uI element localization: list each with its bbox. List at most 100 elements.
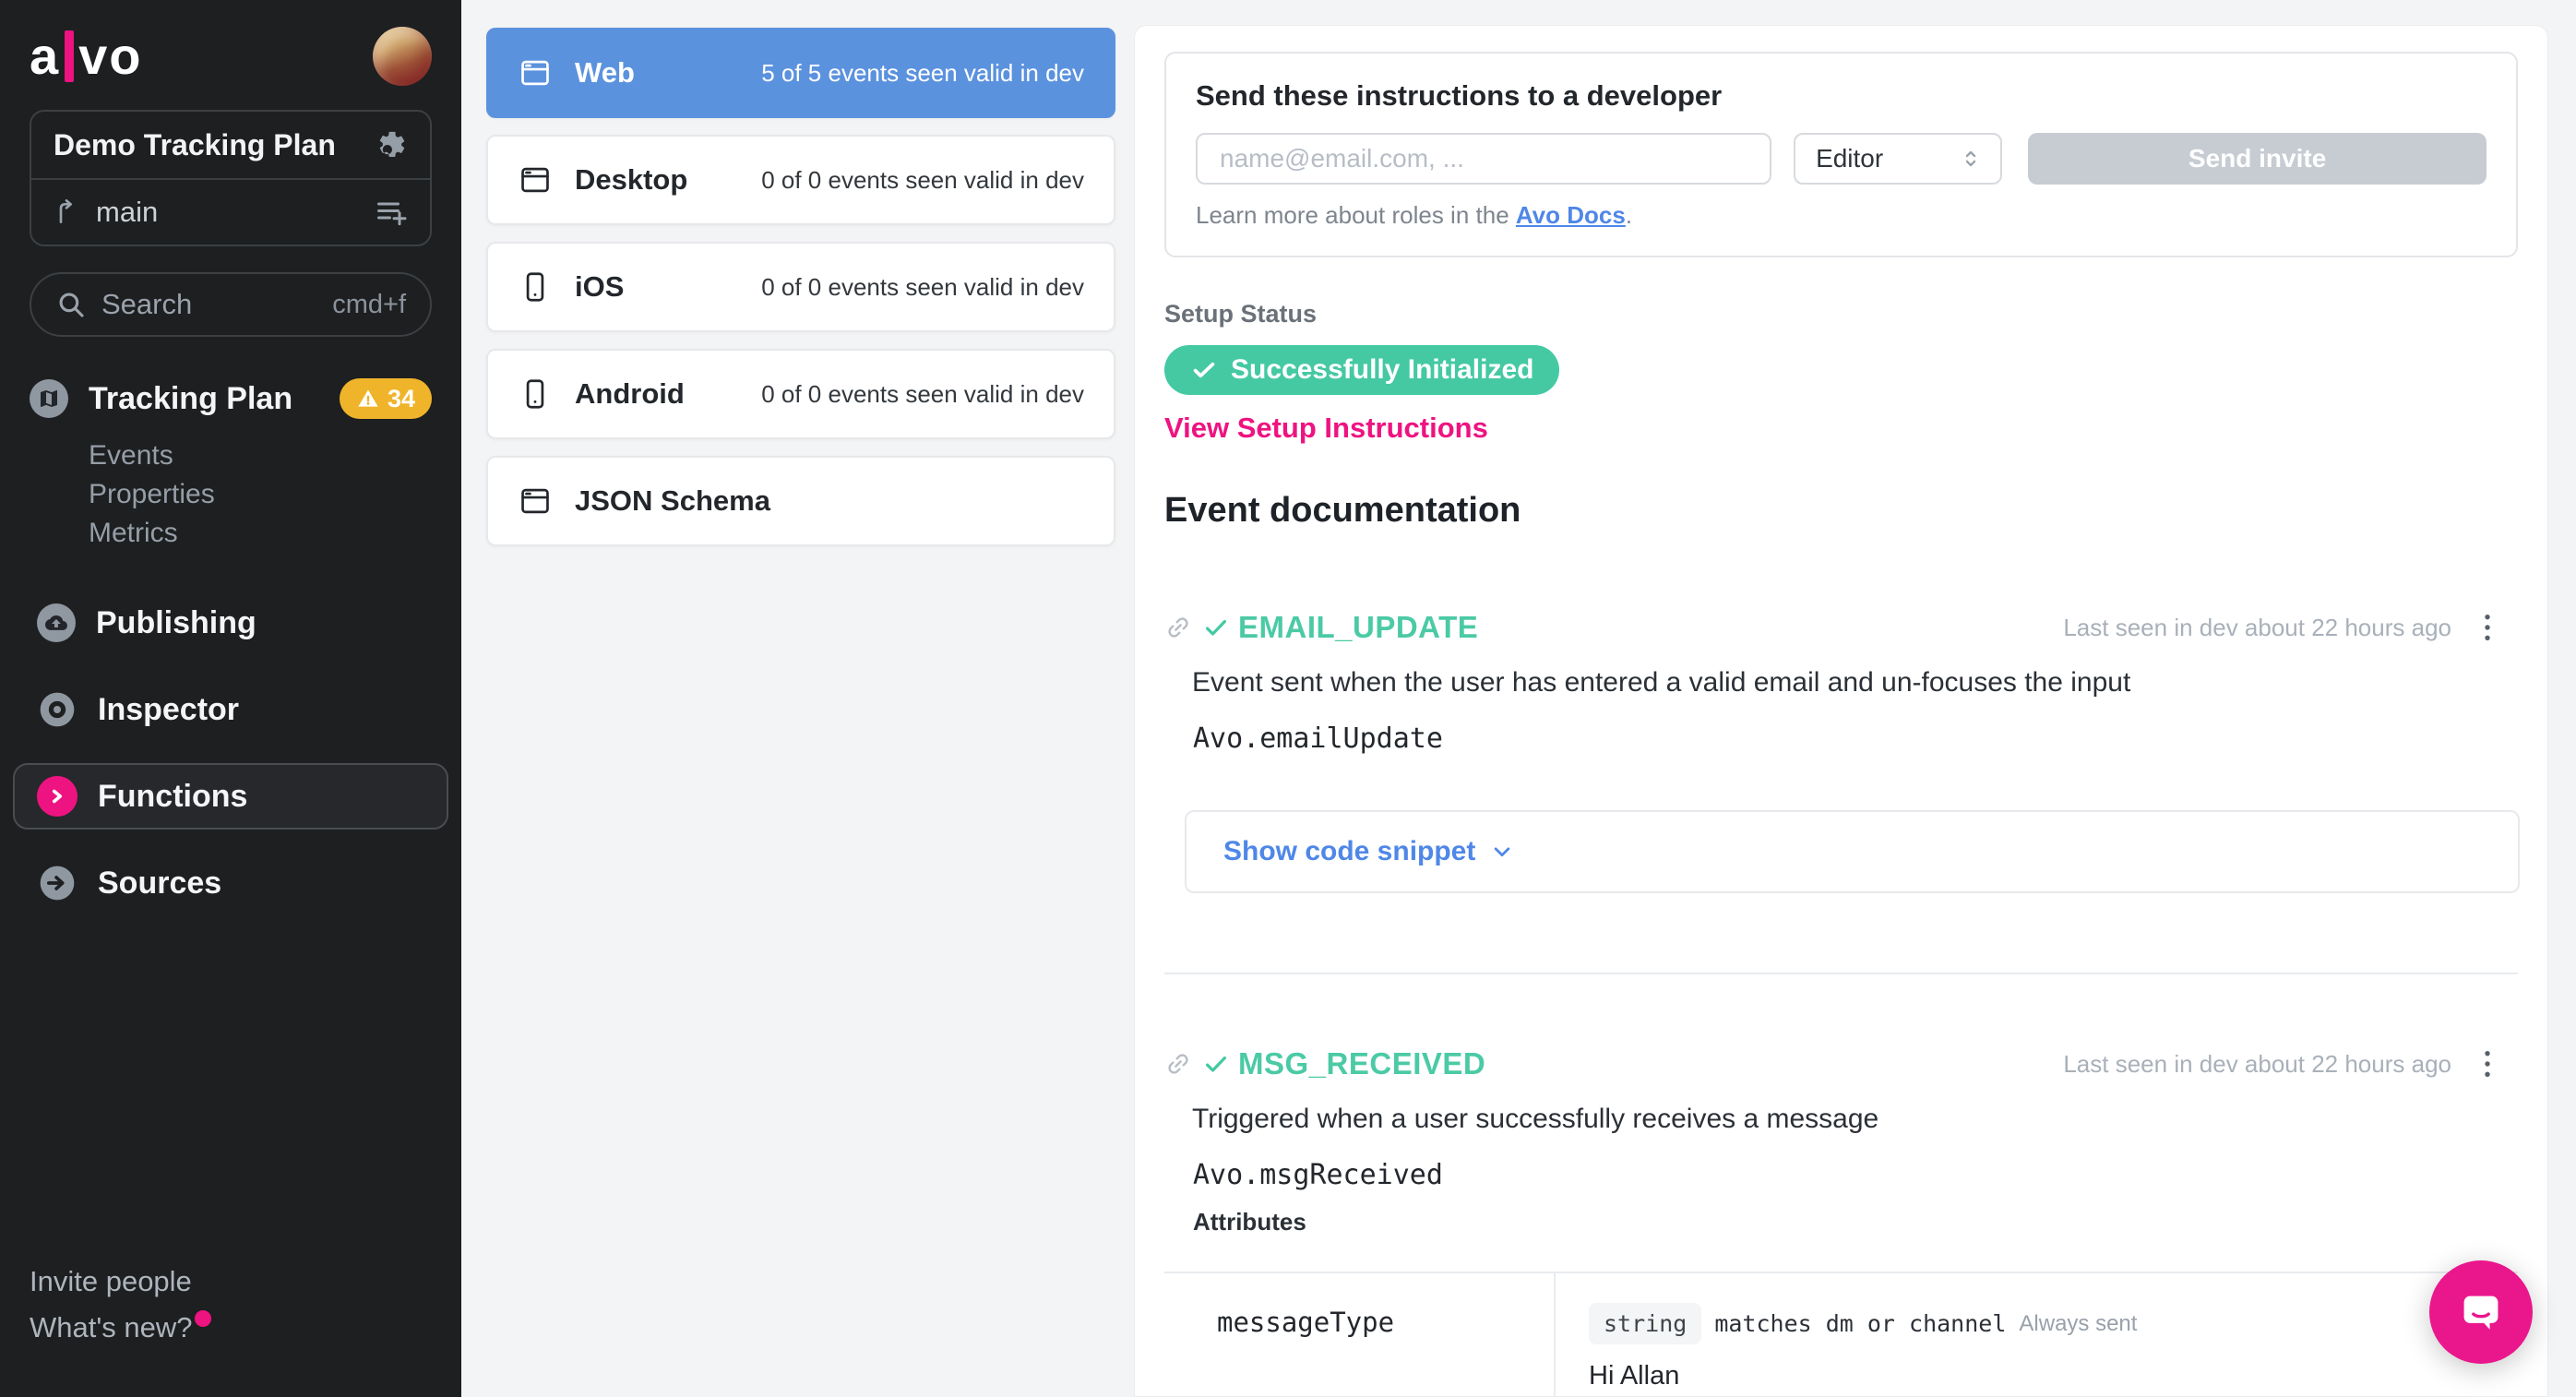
sources-icon	[37, 863, 78, 903]
user-avatar[interactable]	[373, 27, 432, 86]
source-name: JSON Schema	[575, 484, 770, 518]
issues-badge[interactable]: 34	[340, 378, 432, 419]
attribute-rule: matches dm or channel	[1714, 1310, 2006, 1337]
search-input[interactable]: Search cmd+f	[30, 272, 432, 337]
kebab-menu-icon[interactable]	[2477, 1045, 2498, 1083]
cloud-upload-icon	[37, 603, 76, 642]
map-icon	[30, 379, 68, 418]
attributes-heading: Attributes	[1164, 1208, 2518, 1236]
workspace-row[interactable]: Demo Tracking Plan	[31, 112, 430, 178]
source-status: 5 of 5 events seen valid in dev	[761, 59, 1084, 88]
logo-letters-vo: vo	[78, 26, 142, 86]
setup-status-text: Successfully Initialized	[1231, 354, 1533, 386]
email-field[interactable]	[1196, 133, 1771, 185]
valid-check-icon	[1203, 615, 1229, 640]
sidebar-item-label: Publishing	[96, 605, 424, 641]
sidebar-item-label: Sources	[98, 866, 424, 901]
event-block-msg-received: MSG_RECEIVED Last seen in dev about 22 h…	[1164, 1045, 2518, 1397]
logo-letter-a: a	[30, 26, 60, 86]
source-card-desktop[interactable]: Desktop 0 of 0 events seen valid in dev	[486, 135, 1115, 225]
branch-row[interactable]: main	[31, 178, 430, 245]
source-status: 0 of 0 events seen valid in dev	[761, 273, 1084, 302]
sidebar: avo Demo Tracking Plan main Search cmd+f	[0, 0, 461, 1397]
invite-title: Send these instructions to a developer	[1196, 79, 2487, 113]
search-icon	[55, 289, 87, 320]
sidebar-item-events[interactable]: Events	[89, 436, 432, 475]
source-name: iOS	[575, 270, 624, 304]
new-branch-icon[interactable]	[375, 196, 408, 229]
chevron-down-icon[interactable]	[1488, 838, 1516, 866]
source-card-android[interactable]: Android 0 of 0 events seen valid in dev	[486, 349, 1115, 439]
role-select-value: Editor	[1816, 144, 1883, 173]
browser-icon	[518, 162, 553, 197]
source-name: Android	[575, 377, 685, 411]
mobile-icon	[518, 376, 553, 412]
roles-note-period: .	[1626, 201, 1632, 229]
select-arrows-icon	[1958, 146, 1984, 172]
sidebar-item-inspector[interactable]: Inspector	[13, 676, 448, 743]
link-icon[interactable]	[1164, 1050, 1192, 1078]
attributes-table: messageType string matches dm or channel…	[1164, 1272, 2518, 1397]
notification-dot	[195, 1310, 211, 1327]
source-name: Desktop	[575, 163, 687, 197]
invite-card: Send these instructions to a developer E…	[1164, 52, 2518, 257]
mobile-icon	[518, 269, 553, 304]
setup-status-badge: Successfully Initialized	[1164, 345, 1559, 395]
issues-count: 34	[388, 385, 415, 413]
valid-check-icon	[1203, 1051, 1229, 1077]
setup-status-label: Setup Status	[1164, 300, 2518, 328]
attribute-name: messageType	[1164, 1273, 1554, 1397]
sidebar-item-label: Inspector	[98, 692, 424, 728]
show-code-snippet-button[interactable]: Show code snippet	[1223, 836, 1475, 867]
chat-launcher-button[interactable]	[2429, 1260, 2533, 1364]
sidebar-item-sources[interactable]: Sources	[13, 850, 448, 916]
browser-icon	[518, 484, 553, 519]
event-last-seen: Last seen in dev about 22 hours ago	[2063, 1050, 2451, 1079]
divider	[1164, 973, 2518, 974]
logo-pink-bar	[65, 30, 74, 82]
sidebar-item-publishing[interactable]: Publishing	[13, 590, 448, 656]
source-card-json-schema[interactable]: JSON Schema	[486, 456, 1115, 546]
event-name[interactable]: EMAIL_UPDATE	[1238, 610, 1478, 645]
main-panel: Send these instructions to a developer E…	[1134, 25, 2548, 1397]
source-card-web[interactable]: Web 5 of 5 events seen valid in dev	[486, 28, 1115, 118]
view-setup-instructions-link[interactable]: View Setup Instructions	[1164, 412, 2518, 445]
workspace-name: Demo Tracking Plan	[54, 128, 376, 162]
sidebar-item-functions[interactable]: Functions	[13, 763, 448, 830]
source-status: 0 of 0 events seen valid in dev	[761, 166, 1084, 195]
sidebar-item-label: Tracking Plan	[89, 381, 340, 417]
chat-bubble-icon	[2457, 1288, 2505, 1336]
source-name: Web	[575, 56, 635, 90]
whats-new-link[interactable]: What's new?	[30, 1305, 211, 1351]
browser-icon	[518, 55, 553, 90]
gear-icon[interactable]	[376, 129, 408, 161]
search-placeholder: Search	[101, 288, 332, 321]
source-status: 0 of 0 events seen valid in dev	[761, 380, 1084, 409]
sidebar-item-tracking-plan[interactable]: Tracking Plan 34	[30, 372, 432, 425]
sidebar-item-properties[interactable]: Properties	[89, 475, 432, 514]
avo-docs-link[interactable]: Avo Docs	[1516, 201, 1626, 229]
source-card-ios[interactable]: iOS 0 of 0 events seen valid in dev	[486, 242, 1115, 332]
inspector-icon	[37, 689, 78, 730]
event-block-email-update: EMAIL_UPDATE Last seen in dev about 22 h…	[1164, 608, 2518, 974]
check-icon	[1190, 356, 1218, 384]
event-code: Avo.msgReceived	[1164, 1159, 2518, 1191]
sidebar-item-metrics[interactable]: Metrics	[89, 514, 432, 553]
kebab-menu-icon[interactable]	[2477, 608, 2498, 647]
sources-panel: Web 5 of 5 events seen valid in dev Desk…	[461, 0, 1134, 1397]
warning-icon	[356, 387, 380, 411]
event-description: Event sent when the user has entered a v…	[1164, 667, 2518, 698]
whats-new-label: What's new?	[30, 1311, 193, 1343]
link-icon[interactable]	[1164, 614, 1192, 641]
event-name[interactable]: MSG_RECEIVED	[1238, 1046, 1485, 1081]
event-code: Avo.emailUpdate	[1164, 722, 2518, 755]
attribute-sent-label: Always sent	[2019, 1311, 2137, 1337]
sidebar-item-label: Functions	[98, 779, 424, 815]
code-snippet-box: Show code snippet	[1185, 810, 2520, 893]
role-select[interactable]: Editor	[1794, 133, 2002, 185]
workspace-box: Demo Tracking Plan main	[30, 110, 432, 246]
invite-people-link[interactable]: Invite people	[30, 1259, 211, 1305]
send-invite-button[interactable]: Send invite	[2028, 133, 2487, 185]
sidebar-nav: Tracking Plan 34 Events Properties Metri…	[30, 372, 432, 916]
roles-note-text: Learn more about roles in the	[1196, 201, 1516, 229]
